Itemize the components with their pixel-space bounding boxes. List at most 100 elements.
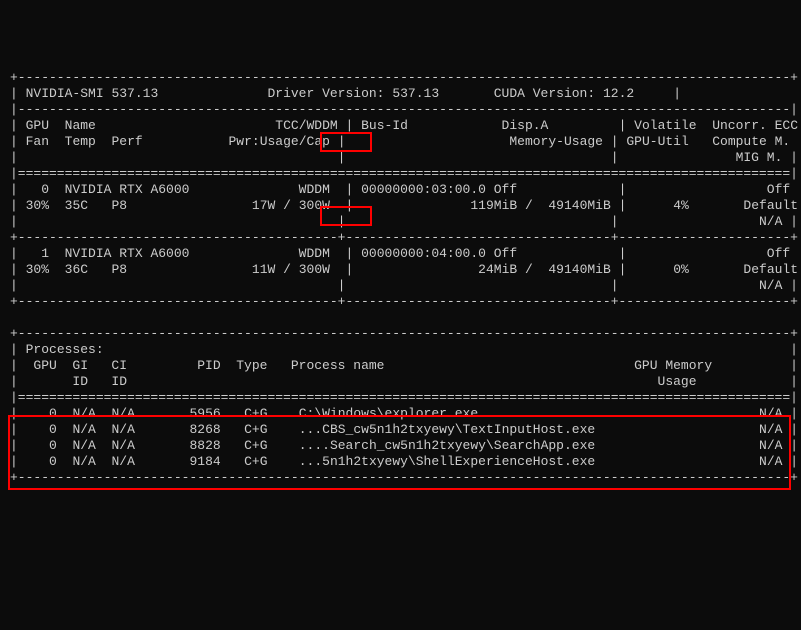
line: | Fan Temp Perf Pwr:Usage/Cap | Memory-U… — [10, 134, 791, 150]
cuda-version: 12.2 — [603, 86, 634, 101]
line: +---------------------------------------… — [10, 326, 791, 342]
nvidia-smi-output: +---------------------------------------… — [10, 70, 791, 486]
col-fan: Fan — [26, 134, 57, 149]
proc-mem: N/A — [650, 438, 783, 453]
line: | 30% 36C P8 11W / 300W | 24MiB / 49140M… — [10, 262, 791, 278]
col-temp: Temp — [65, 134, 104, 149]
gpu-util: 0% — [634, 262, 689, 277]
col-name: Name — [65, 118, 205, 133]
gpu-pwr: 11W / 300W — [174, 262, 330, 277]
line: |---------------------------------------… — [10, 102, 791, 118]
gpu-mem: 119MiB / 49140MiB — [361, 198, 611, 213]
driver-label: Driver Version: — [267, 86, 384, 101]
line: | 30% 35C P8 17W / 300W | 119MiB / 49140… — [10, 198, 791, 214]
col-perf: Perf — [111, 134, 197, 149]
col-ecc: Uncorr. ECC — [704, 118, 798, 133]
gpu-pwr: 17W / 300W — [174, 198, 330, 213]
line: | 1 NVIDIA RTX A6000 WDDM | 00000000:04:… — [10, 246, 791, 262]
line: | NVIDIA-SMI 537.13 Driver Version: 537.… — [10, 86, 791, 102]
proc-pid: 5956 — [143, 406, 221, 421]
gpu-compute: Default — [704, 198, 798, 213]
gpu-name: NVIDIA RTX A6000 — [65, 182, 237, 197]
proc-title: Processes: — [26, 342, 791, 357]
gpu-ecc: Off — [767, 182, 790, 197]
cuda-label: CUDA Version: — [494, 86, 595, 101]
proc-pid: 9184 — [143, 454, 221, 469]
gpu-fan: 30% — [26, 262, 57, 277]
line: | 0 N/A N/A 9184 C+G ...5n1h2txyewy\Shel… — [10, 454, 791, 470]
proc-name: ...5n1h2txyewy\ShellExperienceHost.exe — [299, 454, 650, 469]
col-memusage: Memory-Usage — [353, 134, 603, 149]
gpu-perf: P8 — [111, 198, 173, 213]
gpu-mode: WDDM — [236, 246, 330, 261]
col-tccwddm: TCC/WDDM — [205, 118, 338, 133]
line: | 0 NVIDIA RTX A6000 WDDM | 00000000:03:… — [10, 182, 791, 198]
col-migm: MIG M. — [736, 150, 783, 165]
gpu-idx: 0 — [26, 182, 49, 197]
line: | | | N/A | — [10, 278, 791, 294]
proc-header-2: ID ID Usage — [18, 374, 790, 389]
gpu-idx: 1 — [26, 246, 49, 261]
driver-version: 537.13 — [392, 86, 439, 101]
proc-gi: N/A — [72, 454, 103, 469]
proc-type: C+G — [244, 422, 291, 437]
col-dispa: Disp.A — [439, 118, 548, 133]
proc-gpu: 0 — [26, 454, 57, 469]
col-computem: Compute M. — [697, 134, 791, 149]
line: | ID ID Usage | — [10, 374, 791, 390]
smi-label: NVIDIA-SMI — [26, 86, 104, 101]
line: |=======================================… — [10, 166, 791, 182]
line: | 0 N/A N/A 8268 C+G ...CBS_cw5n1h2txyew… — [10, 422, 791, 438]
line: | Processes: | — [10, 342, 791, 358]
proc-name: C:\Windows\explorer.exe — [299, 406, 650, 421]
gpu-compute: Default — [704, 262, 798, 277]
proc-gpu: 0 — [26, 438, 57, 453]
proc-gi: N/A — [72, 438, 103, 453]
line: | | | MIG M. | — [10, 150, 791, 166]
gpu-perf: P8 — [111, 262, 173, 277]
gpu-mode: WDDM — [236, 182, 330, 197]
line: | 0 N/A N/A 5956 C+G C:\Windows\explorer… — [10, 406, 791, 422]
line: +---------------------------------------… — [10, 230, 791, 246]
line: +---------------------------------------… — [10, 294, 791, 310]
line: | GPU Name TCC/WDDM | Bus-Id Disp.A | Vo… — [10, 118, 791, 134]
proc-ci: N/A — [111, 454, 142, 469]
line: | GPU GI CI PID Type Process name GPU Me… — [10, 358, 791, 374]
col-busid: Bus-Id — [361, 118, 439, 133]
proc-type: C+G — [244, 438, 291, 453]
proc-name: ...CBS_cw5n1h2txyewy\TextInputHost.exe — [299, 422, 650, 437]
line: +---------------------------------------… — [10, 70, 791, 86]
gpu-mem: 24MiB / 49140MiB — [361, 262, 611, 277]
line — [10, 310, 791, 326]
proc-type: C+G — [244, 454, 291, 469]
gpu-temp: 35C — [65, 198, 104, 213]
gpu-mig: N/A — [759, 278, 782, 293]
proc-ci: N/A — [111, 438, 142, 453]
col-gpu: GPU — [26, 118, 57, 133]
proc-gpu: 0 — [26, 422, 57, 437]
col-gpuutil: GPU-Util — [626, 134, 688, 149]
col-volatile: Volatile — [634, 118, 696, 133]
gpu-util: 4% — [634, 198, 689, 213]
proc-header-1: GPU GI CI PID Type Process name GPU Memo… — [18, 358, 790, 373]
line: |=======================================… — [10, 390, 791, 406]
gpu-disp: Off — [494, 246, 517, 261]
proc-pid: 8828 — [143, 438, 221, 453]
proc-ci: N/A — [111, 422, 142, 437]
line: | | | N/A | — [10, 214, 791, 230]
gpu-temp: 36C — [65, 262, 104, 277]
gpu-mig: N/A — [759, 214, 782, 229]
line: | 0 N/A N/A 8828 C+G ....Search_cw5n1h2t… — [10, 438, 791, 454]
gpu-fan: 30% — [26, 198, 57, 213]
proc-ci: N/A — [111, 406, 142, 421]
smi-version: 537.13 — [111, 86, 158, 101]
line: +---------------------------------------… — [10, 470, 791, 486]
gpu-bus: 00000000:03:00.0 — [361, 182, 494, 197]
gpu-disp: Off — [494, 182, 517, 197]
proc-mem: N/A — [650, 454, 783, 469]
proc-gpu: 0 — [26, 406, 57, 421]
proc-name: ....Search_cw5n1h2txyewy\SearchApp.exe — [299, 438, 650, 453]
proc-gi: N/A — [72, 422, 103, 437]
gpu-ecc: Off — [767, 246, 790, 261]
proc-pid: 8268 — [143, 422, 221, 437]
